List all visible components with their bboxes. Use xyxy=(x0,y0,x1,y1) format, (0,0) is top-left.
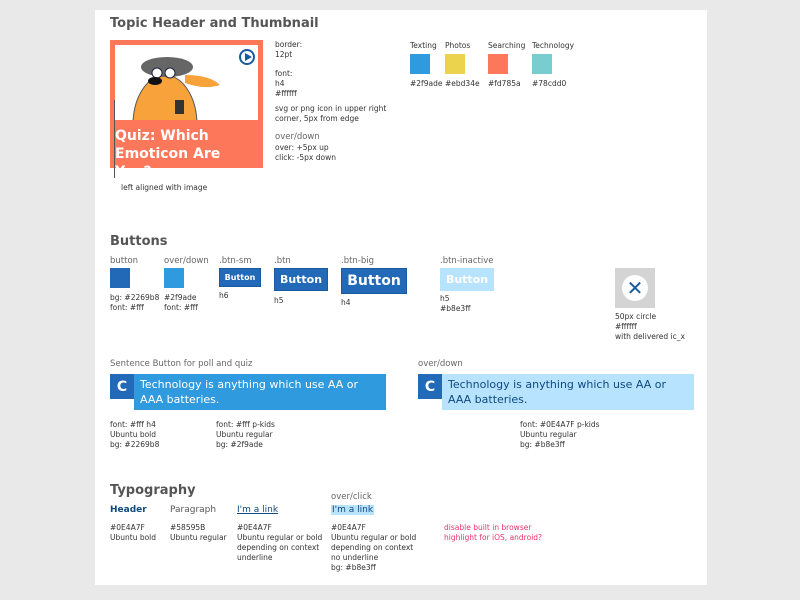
overdown-label: over/down xyxy=(164,256,209,266)
buttons-heading: Buttons xyxy=(110,234,168,249)
btn-big[interactable]: Button xyxy=(341,268,407,294)
sentence-button[interactable]: C Technology is anything which use AA or… xyxy=(110,374,386,410)
link-over-sample[interactable]: I'm a link xyxy=(331,505,375,515)
close-note: 50px circle #ffffff with delivered ic_x xyxy=(615,312,685,341)
btn-big-note: h4 xyxy=(341,298,351,307)
btn[interactable]: Button xyxy=(274,268,328,291)
topic-thumbnail[interactable]: Quiz: Which Emoticon Are You? xyxy=(110,40,263,180)
header-sample: Header xyxy=(110,505,147,515)
btn-inactive-label: .btn-inactive xyxy=(440,256,494,266)
btn-label: .btn xyxy=(274,256,291,266)
text-note: font: #fff p-kids Ubuntu regular bg: #2f… xyxy=(216,420,275,449)
topic-heading: Topic Header and Thumbnail xyxy=(110,16,319,31)
typography-heading: Typography xyxy=(110,483,196,498)
play-circle-icon xyxy=(239,49,255,65)
overdown-swatch xyxy=(164,268,184,288)
paragraph-note: #58595B Ubuntu regular xyxy=(170,523,227,542)
link-sample[interactable]: I'm a link xyxy=(237,505,278,515)
btn-sm-note: h6 xyxy=(219,291,229,300)
over-click-label: over/click xyxy=(331,492,372,502)
close-button-sample: ✕ xyxy=(615,268,655,308)
align-guide-line xyxy=(114,100,115,178)
swatch-hex: #ebd34e xyxy=(445,79,480,88)
link-over-note: #0E4A7F Ubuntu regular or bold depending… xyxy=(331,523,417,572)
sentence-over-label: over/down xyxy=(418,359,463,369)
btn-sm[interactable]: Button xyxy=(219,268,261,287)
btn-inactive-note: h5 #b8e3ff xyxy=(440,294,471,313)
answer-text: Technology is anything which use AA or A… xyxy=(442,374,694,410)
swatch-hex: #78cdd0 xyxy=(532,79,567,88)
letter-note: font: #fff h4 Ubuntu bold bg: #2269b8 xyxy=(110,420,160,449)
overdown-note: over: +5px up click: -5px down xyxy=(275,143,336,162)
swatch-label: Texting xyxy=(410,41,437,50)
thumbnail-title: Quiz: Which Emoticon Are You? xyxy=(115,128,221,180)
font-note: font: h4 #ffffff xyxy=(275,69,297,98)
align-note: left aligned with image xyxy=(121,183,208,192)
sentence-label: Sentence Button for poll and quiz xyxy=(110,359,253,369)
answer-letter: C xyxy=(110,374,134,399)
swatch-hex: #2f9ade xyxy=(410,79,443,88)
close-icon[interactable]: ✕ xyxy=(622,275,648,301)
btn-inactive: Button xyxy=(440,268,494,291)
icon-note: svg or png icon in upper right corner, 5… xyxy=(275,104,387,123)
overdown-note: #2f9ade font: #fff xyxy=(164,293,198,312)
highlight-warning: disable built in browser highlight for i… xyxy=(444,523,543,542)
swatch-technology xyxy=(532,54,552,74)
swatch-texting xyxy=(410,54,430,74)
swatch-label: Searching xyxy=(488,41,526,50)
swatch-hex: #fd785a xyxy=(488,79,521,88)
category-swatches: Texting #2f9ade Photos #ebd34e Searching… xyxy=(410,41,610,91)
link-note: #0E4A7F Ubuntu regular or bold depending… xyxy=(237,523,323,562)
swatch-photos xyxy=(445,54,465,74)
border-note: border: 12pt xyxy=(275,40,303,59)
answer-text: Technology is anything which use AA or A… xyxy=(134,374,386,410)
btn-sm-label: .btn-sm xyxy=(219,256,252,266)
btn-note: h5 xyxy=(274,296,284,305)
overdown-label: over/down xyxy=(275,132,320,142)
over-note: font: #0E4A7F p-kids Ubuntu regular bg: … xyxy=(520,420,600,449)
answer-letter: C xyxy=(418,374,442,399)
button-swatch xyxy=(110,268,130,288)
thumbnail-image xyxy=(115,45,258,120)
btn-big-label: .btn-big xyxy=(341,256,375,266)
swatch-searching xyxy=(488,54,508,74)
swatch-label: Photos xyxy=(445,41,471,50)
sentence-button-over[interactable]: C Technology is anything which use AA or… xyxy=(418,374,694,410)
header-note: #0E4A7F Ubuntu bold xyxy=(110,523,157,542)
button-note: bg: #2269b8 font: #fff xyxy=(110,293,160,312)
swatch-label: Technology xyxy=(532,41,575,50)
paragraph-sample: Paragraph xyxy=(170,505,217,515)
button-label: button xyxy=(110,256,139,266)
